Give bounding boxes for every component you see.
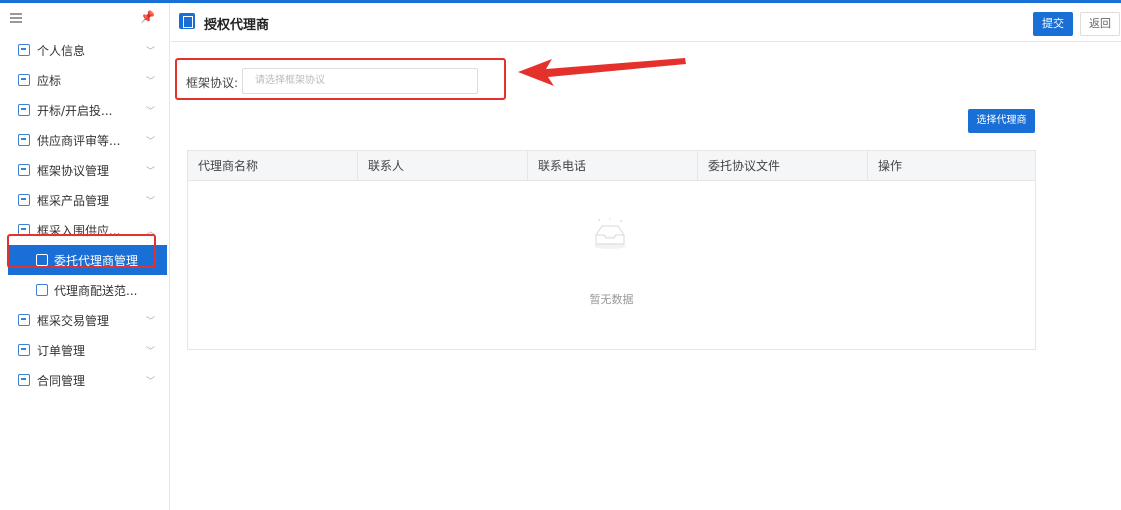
column-header: 联系电话 [528,151,698,180]
chevron-down-icon: ﹀ [145,347,155,357]
sidebar: 📌 个人信息 ﹀ 应标 ﹀ 开标/开启投... ﹀ 供应商评审等... ﹀ 框架… [0,3,170,510]
chevron-down-icon: ﹀ [145,377,155,387]
agent-table: 代理商名称 联系人 联系电话 委托协议文件 操作 暂无数据 [187,150,1036,350]
agreement-select[interactable]: 请选择框架协议 [242,68,478,94]
sidebar-item-label: 订单管理 [37,343,86,358]
table-header: 代理商名称 联系人 联系电话 委托协议文件 操作 [188,151,1035,181]
chevron-down-icon: ﹀ [145,167,155,177]
empty-inbox-icon [594,218,626,249]
sidebar-item-label: 个人信息 [37,43,86,58]
bid-icon [18,74,30,86]
document-icon [179,13,195,29]
column-header: 操作 [878,159,903,173]
sidebar-item-shortlist-supplier[interactable]: 框采入围供应... ︿ [0,215,169,245]
sidebar-item-trade-management[interactable]: 框采交易管理 ﹀ [0,305,169,335]
sidebar-top: 📌 [0,3,169,35]
submit-button[interactable]: 提交 [1033,12,1073,36]
product-icon [18,194,30,206]
column-header: 代理商名称 [188,151,358,180]
sidebar-item-supplier-review[interactable]: 供应商评审等... ﹀ [0,125,169,155]
column-header: 联系人 [358,151,528,180]
sidebar-item-label: 框采产品管理 [37,193,110,208]
sidebar-item-bid[interactable]: 应标 ﹀ [0,65,169,95]
chevron-down-icon: ﹀ [145,47,155,57]
sidebar-item-label: 框架协议管理 [37,163,110,178]
chevron-down-icon: ﹀ [145,77,155,87]
pin-icon[interactable]: 📌 [140,10,155,24]
page-title: 授权代理商 [204,18,270,33]
empty-state-text: 暂无数据 [589,293,634,306]
order-icon [18,344,30,356]
sidebar-item-open-bid[interactable]: 开标/开启投... ﹀ [0,95,169,125]
chevron-down-icon: ﹀ [145,317,155,327]
chevron-down-icon: ﹀ [145,107,155,117]
chevron-up-icon: ︿ [145,227,155,237]
sidebar-item-label: 框采入围供应... [37,223,121,238]
agreement-icon [18,164,30,176]
column-header: 委托协议文件 [698,151,868,180]
sidebar-subitem-delivery-scope[interactable]: 代理商配送范... [0,275,169,305]
sidebar-item-order-management[interactable]: 订单管理 ﹀ [0,335,169,365]
sidebar-subitem-label: 代理商配送范... [54,283,138,298]
chevron-down-icon: ﹀ [145,137,155,147]
page-header: 授权代理商 提交 返回 [171,3,1121,42]
back-button[interactable]: 返回 [1080,12,1120,36]
shortlist-icon [18,224,30,236]
sidebar-item-personal-info[interactable]: 个人信息 ﹀ [0,35,169,65]
menu-icon[interactable] [10,13,22,23]
sidebar-subitem-agent-management[interactable]: 委托代理商管理 [8,245,167,275]
sidebar-item-label: 框采交易管理 [37,313,110,328]
sidebar-item-label: 应标 [37,73,62,88]
select-agent-button[interactable]: 选择代理商 [968,109,1035,133]
sidebar-item-framework-agreement[interactable]: 框架协议管理 ﹀ [0,155,169,185]
sidebar-item-label: 供应商评审等... [37,133,121,148]
trade-icon [18,314,30,326]
agreement-label: 框架协议: [186,76,239,90]
sidebar-item-product-management[interactable]: 框采产品管理 ﹀ [0,185,169,215]
annotation-arrow-icon [518,58,686,86]
sidebar-subitem-label: 委托代理商管理 [54,253,139,268]
sidebar-item-label: 合同管理 [37,373,86,388]
agent-icon [36,254,48,266]
chevron-down-icon: ﹀ [145,197,155,207]
app-root: 📌 个人信息 ﹀ 应标 ﹀ 开标/开启投... ﹀ 供应商评审等... ﹀ 框架… [0,0,1121,510]
review-icon [18,134,30,146]
sidebar-item-label: 开标/开启投... [37,103,113,118]
sidebar-item-contract-management[interactable]: 合同管理 ﹀ [0,365,169,395]
open-bid-icon [18,104,30,116]
contract-icon [18,374,30,386]
delivery-icon [36,284,48,296]
person-doc-icon [18,44,30,56]
